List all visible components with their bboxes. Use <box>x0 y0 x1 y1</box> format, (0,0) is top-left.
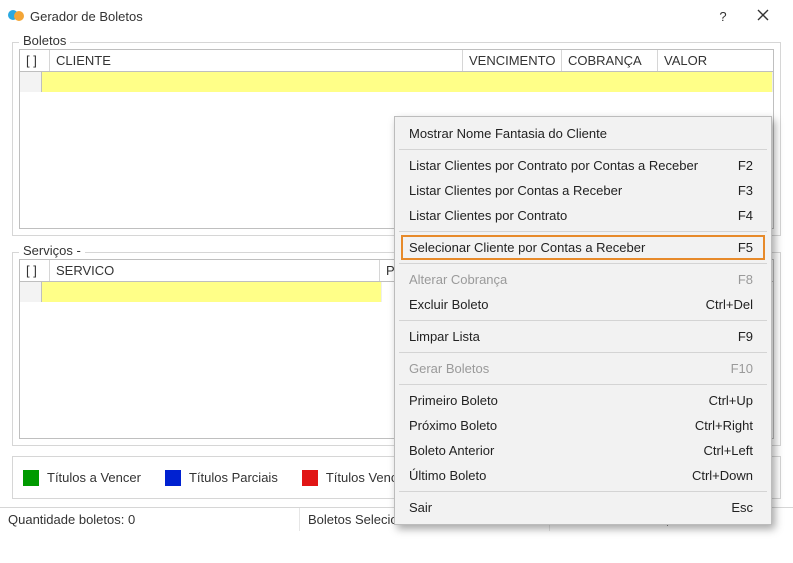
menu-item-label: Último Boleto <box>409 468 692 483</box>
menu-item[interactable]: Primeiro BoletoCtrl+Up <box>395 388 771 413</box>
col-valor[interactable]: VALOR <box>658 50 752 71</box>
menu-item-shortcut: Esc <box>731 500 753 515</box>
col-cobranca[interactable]: COBRANÇA <box>562 50 658 71</box>
status-qtd-label: Quantidade boletos: <box>8 512 124 527</box>
menu-item[interactable]: Mostrar Nome Fantasia do Cliente <box>395 121 771 146</box>
menu-item-label: Excluir Boleto <box>409 297 706 312</box>
boletos-group-label: Boletos <box>19 33 70 48</box>
menu-separator <box>399 320 767 321</box>
legend-parciais-label: Títulos Parciais <box>189 470 278 485</box>
col-servico[interactable]: SERVICO <box>50 260 380 281</box>
menu-item-label: Listar Clientes por Contas a Receber <box>409 183 738 198</box>
menu-separator <box>399 384 767 385</box>
menu-separator <box>399 149 767 150</box>
col-check-serv[interactable]: [ ] <box>20 260 50 281</box>
menu-item-label: Selecionar Cliente por Contas a Receber <box>409 240 738 255</box>
swatch-blue-icon <box>165 470 181 486</box>
titlebar: Gerador de Boletos ? <box>0 0 793 30</box>
row-selector-icon[interactable] <box>20 72 42 92</box>
swatch-green-icon <box>23 470 39 486</box>
menu-item-label: Sair <box>409 500 731 515</box>
menu-item-label: Gerar Boletos <box>409 361 731 376</box>
menu-item-label: Mostrar Nome Fantasia do Cliente <box>409 126 753 141</box>
menu-item-label: Alterar Cobrança <box>409 272 738 287</box>
row-selector-icon[interactable] <box>20 282 42 302</box>
col-vencimento[interactable]: VENCIMENTO <box>463 50 562 71</box>
status-qtd: Quantidade boletos: 0 <box>0 508 300 531</box>
menu-item-shortcut: Ctrl+Right <box>695 418 753 433</box>
menu-item-shortcut: F3 <box>738 183 753 198</box>
menu-item: Alterar CobrançaF8 <box>395 267 771 292</box>
menu-item[interactable]: Último BoletoCtrl+Down <box>395 463 771 488</box>
menu-item: Gerar BoletosF10 <box>395 356 771 381</box>
menu-item-shortcut: F9 <box>738 329 753 344</box>
menu-item-label: Limpar Lista <box>409 329 738 344</box>
legend-parciais: Títulos Parciais <box>165 470 278 486</box>
context-menu[interactable]: Mostrar Nome Fantasia do Cliente Listar C… <box>394 116 772 525</box>
servicos-group-label: Serviços - <box>19 243 85 258</box>
menu-item[interactable]: Listar Clientes por ContratoF4 <box>395 203 771 228</box>
menu-item[interactable]: Excluir BoletoCtrl+Del <box>395 292 771 317</box>
menu-item[interactable]: Próximo BoletoCtrl+Right <box>395 413 771 438</box>
app-icon <box>8 8 24 24</box>
menu-item-shortcut: F10 <box>731 361 753 376</box>
menu-separator <box>399 263 767 264</box>
menu-item-label: Listar Clientes por Contrato por Contas … <box>409 158 738 173</box>
menu-item-label: Primeiro Boleto <box>409 393 709 408</box>
servicos-row-cell[interactable] <box>42 282 382 302</box>
window-title: Gerador de Boletos <box>30 9 703 24</box>
menu-item-label: Próximo Boleto <box>409 418 695 433</box>
menu-separator <box>399 231 767 232</box>
help-button[interactable]: ? <box>703 9 743 24</box>
swatch-red-icon <box>302 470 318 486</box>
close-button[interactable] <box>743 8 783 24</box>
boletos-row-cell[interactable] <box>42 72 773 92</box>
menu-item-shortcut: Ctrl+Del <box>706 297 753 312</box>
col-cliente[interactable]: CLIENTE <box>50 50 463 71</box>
menu-item-label: Listar Clientes por Contrato <box>409 208 738 223</box>
menu-item-shortcut: F2 <box>738 158 753 173</box>
menu-item[interactable]: Listar Clientes por Contas a ReceberF3 <box>395 178 771 203</box>
legend-a-vencer: Títulos a Vencer <box>23 470 141 486</box>
menu-item[interactable]: SairEsc <box>395 495 771 520</box>
menu-item-shortcut: Ctrl+Down <box>692 468 753 483</box>
menu-item-shortcut: Ctrl+Up <box>709 393 753 408</box>
menu-item-shortcut: F8 <box>738 272 753 287</box>
menu-item-shortcut: Ctrl+Left <box>704 443 754 458</box>
legend-a-vencer-label: Títulos a Vencer <box>47 470 141 485</box>
menu-item[interactable]: Listar Clientes por Contrato por Contas … <box>395 153 771 178</box>
boletos-grid-header: [ ] CLIENTE VENCIMENTO COBRANÇA VALOR <box>20 50 773 72</box>
menu-item[interactable]: Boleto AnteriorCtrl+Left <box>395 438 771 463</box>
menu-item-shortcut: F5 <box>738 240 753 255</box>
menu-item[interactable]: Selecionar Cliente por Contas a ReceberF… <box>401 235 765 260</box>
status-qtd-value: 0 <box>128 512 135 527</box>
menu-item-label: Boleto Anterior <box>409 443 704 458</box>
col-check[interactable]: [ ] <box>20 50 50 71</box>
menu-item[interactable]: Limpar ListaF9 <box>395 324 771 349</box>
menu-item-shortcut: F4 <box>738 208 753 223</box>
menu-separator <box>399 491 767 492</box>
menu-separator <box>399 352 767 353</box>
boletos-row[interactable] <box>20 72 773 92</box>
